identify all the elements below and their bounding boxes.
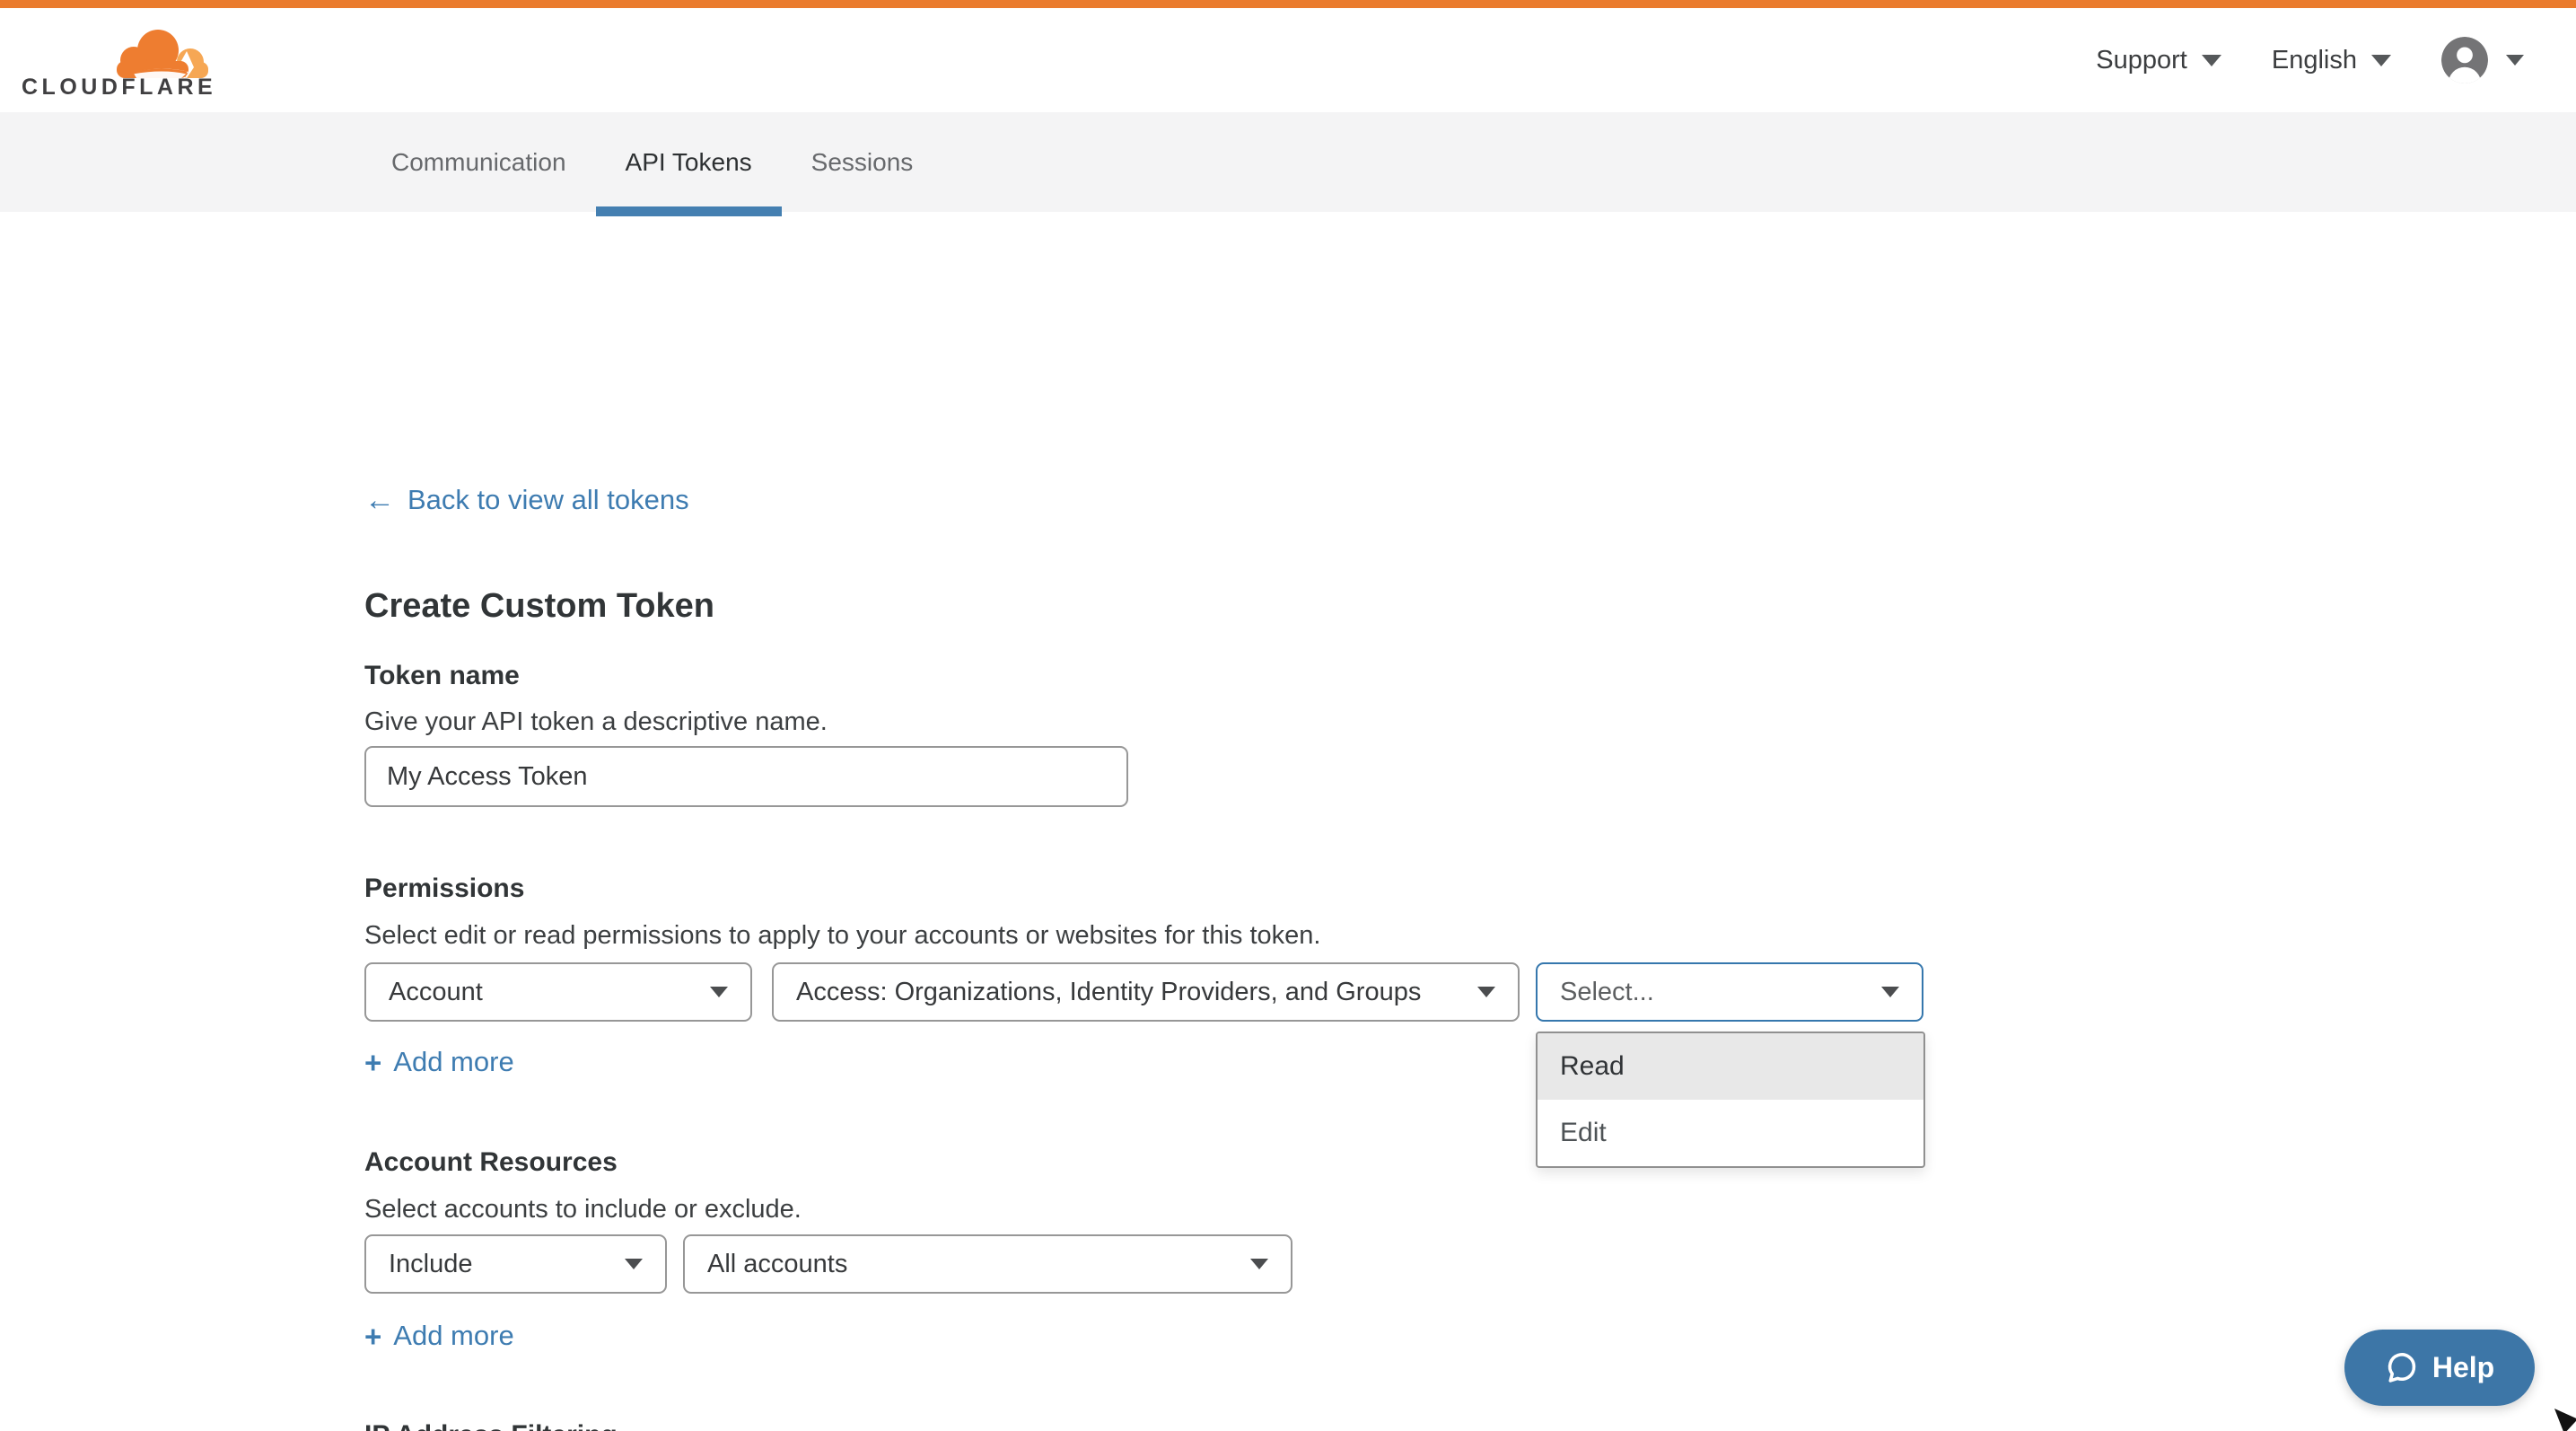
add-more-label: Add more [393,1320,513,1352]
language-label: English [2272,46,2357,75]
cloudflare-cloud-icon [115,28,208,78]
header-right: Support English [2096,8,2524,112]
permission-scope-value: Account [389,978,497,1007]
account-menu[interactable] [2441,37,2524,83]
arrow-left-icon: ← [364,485,395,515]
token-name-input[interactable] [364,746,1128,807]
menu-option-edit[interactable]: Edit [1538,1100,1923,1166]
permissions-description: Select edit or read permissions to apply… [364,921,1320,951]
page-title: Create Custom Token [364,587,714,626]
tab-label: Sessions [811,148,914,177]
support-menu[interactable]: Support [2096,46,2221,75]
back-link-label: Back to view all tokens [407,484,689,516]
access-dropdown-menu: Read Edit [1536,1032,1925,1168]
plus-icon: + [364,1321,381,1351]
permission-access-select[interactable]: Select... [1536,962,1923,1022]
back-to-tokens-link[interactable]: ← Back to view all tokens [364,484,689,516]
resource-mode-value: Include [389,1250,487,1279]
menu-option-read[interactable]: Read [1538,1033,1923,1100]
tab-api-tokens[interactable]: API Tokens [596,112,782,212]
account-resources-description: Select accounts to include or exclude. [364,1195,802,1225]
chevron-down-icon [2371,55,2391,66]
menu-option-label: Read [1560,1051,1625,1082]
permission-access-placeholder: Select... [1560,978,1669,1007]
resource-mode-select[interactable]: Include [364,1234,667,1294]
ip-filtering-heading: IP Address Filtering [364,1420,618,1431]
plus-icon: + [364,1048,381,1077]
tab-label: API Tokens [626,148,752,177]
chevron-down-icon [2202,55,2221,66]
token-name-heading: Token name [364,661,520,691]
chevron-down-icon [710,987,728,997]
main-content: ← Back to view all tokens Create Custom … [0,212,2576,1431]
resource-accounts-select[interactable]: All accounts [683,1234,1292,1294]
help-button[interactable]: Help [2344,1330,2535,1406]
chevron-down-icon [1477,987,1495,997]
user-avatar-icon [2441,37,2488,83]
chevron-down-icon [1881,987,1899,997]
resource-accounts-value: All accounts [707,1250,862,1279]
permission-scope-select[interactable]: Account [364,962,752,1022]
account-resources-heading: Account Resources [364,1147,618,1178]
tab-communication[interactable]: Communication [362,112,596,212]
token-name-description: Give your API token a descriptive name. [364,707,828,737]
account-resources-add-more-link[interactable]: + Add more [364,1320,514,1352]
support-label: Support [2096,46,2187,75]
tab-label: Communication [391,148,566,177]
chevron-down-icon [2506,55,2524,66]
permission-resource-select[interactable]: Access: Organizations, Identity Provider… [772,962,1520,1022]
cloudflare-logo[interactable]: CLOUDFLARE [22,8,228,112]
top-accent-bar [0,0,2576,8]
cloudflare-wordmark: CLOUDFLARE [22,75,216,101]
permissions-add-more-link[interactable]: + Add more [364,1046,514,1078]
help-button-label: Help [2432,1351,2494,1384]
permissions-heading: Permissions [364,874,524,904]
tab-bar: Communication API Tokens Sessions [0,112,2576,212]
chevron-down-icon [625,1259,643,1269]
header: CLOUDFLARE Support English [0,8,2576,112]
permission-resource-value: Access: Organizations, Identity Provider… [796,978,1435,1007]
tab-sessions[interactable]: Sessions [782,112,943,212]
language-menu[interactable]: English [2272,46,2391,75]
add-more-label: Add more [393,1046,513,1078]
chat-bubble-icon [2385,1351,2419,1385]
menu-option-label: Edit [1560,1118,1607,1148]
chevron-down-icon [1250,1259,1268,1269]
